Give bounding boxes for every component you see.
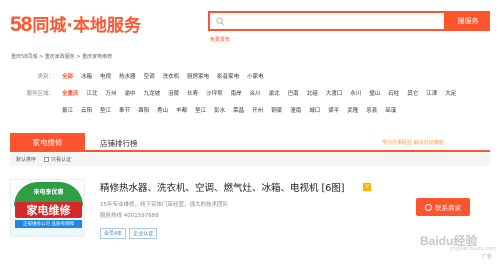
area-option[interactable]: 云阳	[81, 106, 92, 114]
verified-checkbox[interactable]	[44, 157, 50, 162]
area-option[interactable]: 九龙坡	[144, 89, 161, 97]
listing-tags: 会员4年 企业认证	[100, 228, 160, 239]
area-option[interactable]: 长寿	[187, 89, 198, 97]
thumb-subtitle: 正规维修公司 品质有保障	[15, 220, 82, 228]
tab-bar: 家电维修 店铺排行榜 学习办事经验 解决办证难题	[10, 133, 490, 152]
area-option[interactable]: 城口	[309, 106, 320, 114]
area-option[interactable]: 丰都	[176, 106, 187, 114]
area-option[interactable]: 綦江	[62, 106, 73, 114]
promo-link[interactable]: 学习办事经验 解决办证难题	[382, 139, 444, 146]
area-option[interactable]: 渝北	[269, 89, 280, 97]
area-option[interactable]: 巴南	[288, 89, 299, 97]
area-option[interactable]: 奉节	[119, 106, 130, 114]
area-option[interactable]: 南岸	[231, 89, 242, 97]
tab-shop-ranking[interactable]: 店铺排行榜	[100, 138, 138, 149]
area-option[interactable]: 巫溪	[385, 106, 396, 114]
category-option[interactable]: 热水器	[119, 72, 136, 80]
area-option[interactable]: 大渡口	[326, 89, 343, 97]
area-option[interactable]: 其它	[407, 89, 418, 97]
phone-label: 服务热线	[100, 213, 123, 219]
category-option[interactable]: 电视	[100, 72, 111, 80]
enterprise-verified-tag: 企业认证	[129, 228, 158, 239]
breadcrumb[interactable]: 重庆58同城 > 重庆家政服务 > 重庆家电维修	[11, 53, 112, 60]
area-option[interactable]: 石柱	[388, 89, 399, 97]
vip-badge-icon: V	[363, 183, 371, 191]
area-option[interactable]: 全重庆	[62, 89, 79, 97]
area-option[interactable]: 渝中	[125, 89, 136, 97]
thumb-title: 家电维修	[15, 202, 82, 218]
category-option[interactable]: 冰箱	[81, 72, 92, 80]
category-option[interactable]: 全部	[62, 72, 73, 80]
area-option[interactable]: 涪陵	[168, 89, 179, 97]
search-input[interactable]	[208, 11, 446, 31]
listing-thumbnail[interactable]: 来电享优惠 家电维修 正规维修公司 品质有保障	[10, 179, 85, 237]
category-label: 类别：	[37, 74, 54, 80]
ad-label: 广告	[482, 254, 493, 260]
search-icon	[216, 17, 225, 26]
publish-link[interactable]: 免费发布	[210, 36, 230, 43]
area-option[interactable]: 酉阳	[138, 106, 149, 114]
sort-bar: 默认排序 只看认证	[10, 153, 490, 166]
area-option[interactable]: 秀山	[157, 106, 168, 114]
site-logo[interactable]: 58 同城·本地服务	[10, 11, 141, 36]
area-option[interactable]: 开州	[252, 106, 263, 114]
listing-title[interactable]: 精修热水器、洗衣机、空调、燃气灶、冰箱、电视机 [6图]	[100, 180, 344, 194]
category-option[interactable]: 影音家电	[217, 72, 239, 80]
area-option[interactable]: 武隆	[347, 106, 358, 114]
default-sort[interactable]: 默认排序	[16, 156, 36, 163]
area-option[interactable]: 万州	[106, 89, 117, 97]
area-option[interactable]: 沙坪坝	[206, 89, 223, 97]
contact-label: 联系商家	[435, 204, 461, 212]
area-filter-row-2: 綦江 云阳 垫江 奉节 酉阳 秀山 丰都 垫江 彭水 荣昌 开州 铜梁 潼南 城…	[20, 106, 404, 114]
watermark-url: jingyan.baidu.com	[450, 246, 497, 252]
logo-number: 58	[10, 13, 32, 36]
area-option[interactable]: 垫江	[100, 106, 111, 114]
category-filter-row: 类别： 全部 冰箱 电视 热水器 空调 洗衣机 厨房家电 影音家电 小家电	[20, 72, 272, 80]
tab-appliance-repair[interactable]: 家电维修	[10, 133, 85, 152]
area-option[interactable]: 忠县	[366, 106, 377, 114]
thumb-arc-text: 来电享优惠	[33, 189, 64, 196]
listing-description: 15年专业维修，线下实体门店经营，强大的技术团队	[100, 202, 229, 208]
contact-merchant-button[interactable]: 联系商家	[416, 198, 470, 216]
category-option[interactable]: 空调	[144, 72, 155, 80]
area-label-spacer	[20, 106, 62, 114]
member-years-tag: 会员4年	[100, 228, 127, 239]
verified-label[interactable]: 只看认证	[51, 156, 71, 163]
area-option[interactable]: 垫江	[195, 106, 206, 114]
area-filter-row: 服务区域： 全重庆 江北 万州 渝中 九龙坡 涪陵 长寿 沙坪坝 南岸 合川 渝…	[20, 89, 464, 97]
category-option[interactable]: 厨房家电	[187, 72, 209, 80]
area-option[interactable]: 江津	[426, 89, 437, 97]
list-item: 来电享优惠 家电维修 正规维修公司 品质有保障 精修热水器、洗衣机、空调、燃气灶…	[10, 170, 490, 250]
area-option[interactable]: 大足	[445, 89, 456, 97]
area-option[interactable]: 璧山	[369, 89, 380, 97]
area-label: 服务区域：	[26, 91, 54, 97]
area-option[interactable]: 江北	[87, 89, 98, 97]
listing-phone: 服务热线 4001597688	[100, 211, 159, 219]
category-option[interactable]: 小家电	[247, 72, 264, 80]
area-option[interactable]: 北碚	[307, 89, 318, 97]
logo-name: 同城·本地服务	[32, 16, 141, 36]
area-option[interactable]: 铜梁	[271, 106, 282, 114]
category-option[interactable]: 洗衣机	[163, 72, 180, 80]
area-option[interactable]: 梁平	[328, 106, 339, 114]
area-option[interactable]: 彭水	[214, 106, 225, 114]
area-option[interactable]: 合川	[250, 89, 261, 97]
search-button[interactable]: 搜服务	[446, 11, 490, 31]
phone-icon	[425, 203, 432, 211]
area-option[interactable]: 永川	[350, 89, 361, 97]
area-option[interactable]: 潼南	[290, 106, 301, 114]
filter-panel: 类别： 全部 冰箱 电视 热水器 空调 洗衣机 厨房家电 影音家电 小家电 服务…	[0, 64, 500, 124]
phone-number: 4001597688	[123, 213, 159, 219]
area-option[interactable]: 荣昌	[233, 106, 244, 114]
